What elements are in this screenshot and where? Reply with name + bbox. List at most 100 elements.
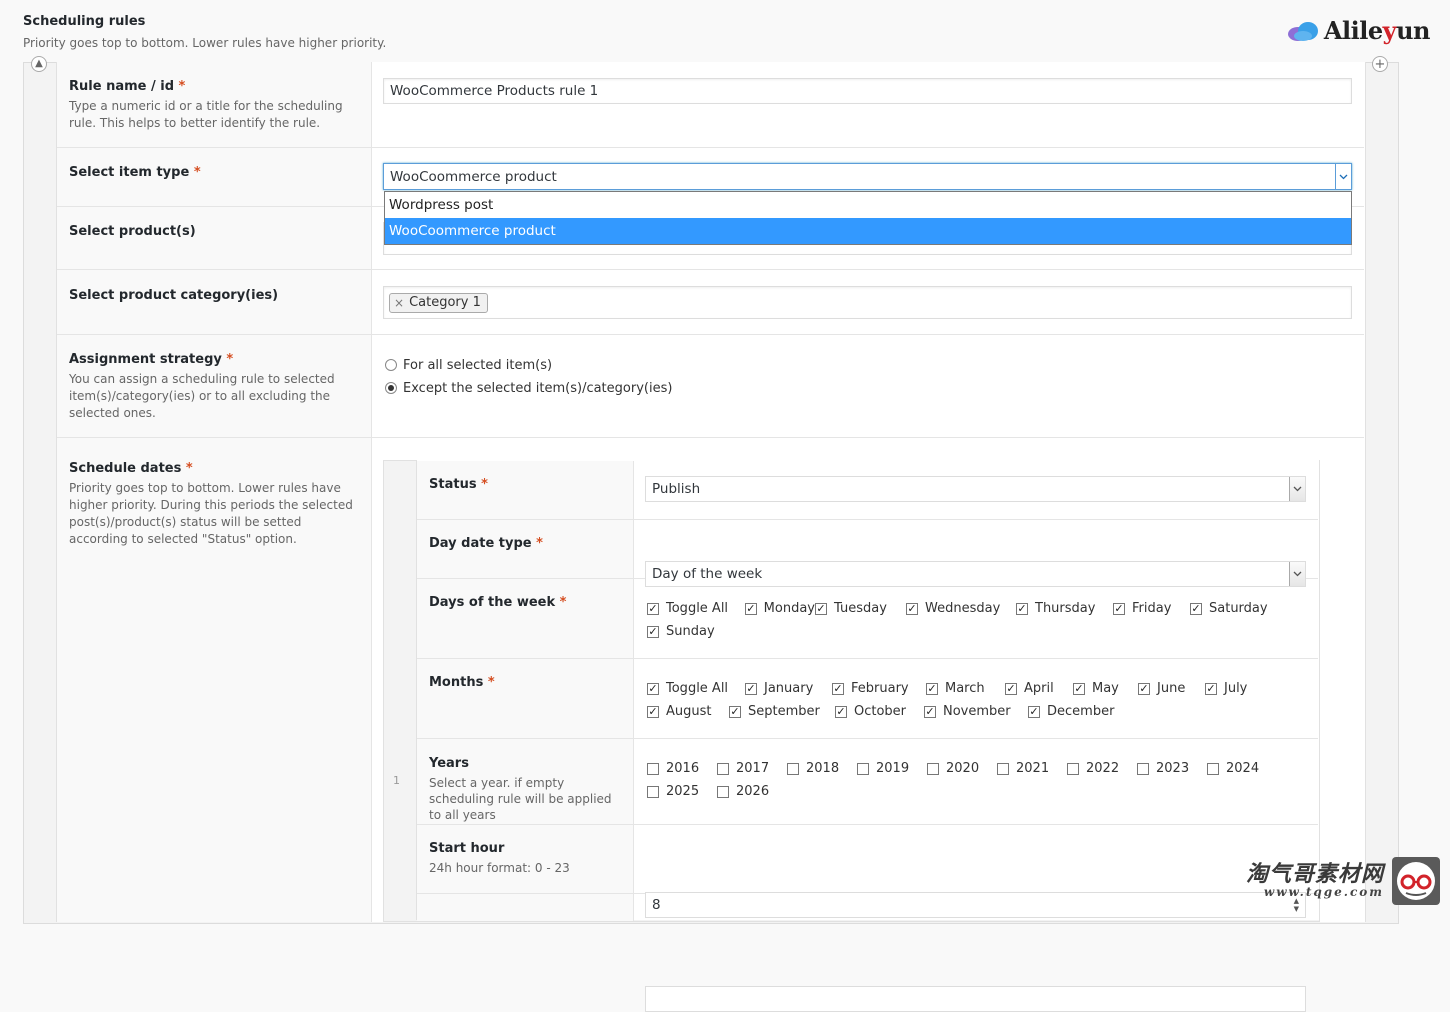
- start-hour-input[interactable]: 8 ▲ ▼: [645, 892, 1306, 918]
- checkbox-option[interactable]: ✓ October: [835, 703, 924, 720]
- checkbox-option[interactable]: ✓ April: [1005, 680, 1073, 697]
- checkbox-option[interactable]: 2026: [717, 783, 787, 800]
- checkbox-option[interactable]: ✓ Saturday: [1190, 600, 1270, 617]
- checkbox-checked[interactable]: ✓: [1190, 602, 1202, 615]
- days-of-week-label: Days of the week *: [429, 595, 567, 610]
- checkbox-option[interactable]: 2017: [717, 760, 787, 777]
- checkbox-checked[interactable]: ✓: [745, 602, 757, 615]
- checkbox-checked[interactable]: ✓: [1028, 705, 1040, 718]
- add-rule-icon[interactable]: +: [1372, 56, 1388, 72]
- checkbox-checked[interactable]: ✓: [1005, 682, 1017, 695]
- checkbox-checked[interactable]: ✓: [835, 705, 847, 718]
- checkbox-option[interactable]: 2025: [647, 783, 717, 800]
- checkbox-checked[interactable]: ✓: [832, 682, 844, 695]
- checkbox-option[interactable]: ✓ December: [1028, 703, 1123, 720]
- checkbox-checked[interactable]: ✓: [647, 682, 659, 695]
- checkbox-label: June: [1157, 681, 1186, 696]
- item-type-dropdown: Wordpress post WooCoommerce product: [384, 191, 1352, 245]
- checkbox-label: April: [1024, 681, 1054, 696]
- checkbox-checked[interactable]: ✓: [815, 602, 827, 615]
- checkbox-checked[interactable]: ✓: [1113, 602, 1125, 615]
- checkbox-option[interactable]: ✓ May: [1073, 680, 1138, 697]
- checkbox-label: October: [854, 704, 907, 719]
- checkbox[interactable]: [1137, 762, 1149, 775]
- checkbox-checked[interactable]: ✓: [647, 625, 659, 638]
- checkbox-option[interactable]: ✓ Thursday: [1016, 600, 1113, 617]
- checkbox-checked[interactable]: ✓: [906, 602, 918, 615]
- checkbox-option[interactable]: 2016: [647, 760, 717, 777]
- checkbox-option[interactable]: ✓ July: [1205, 680, 1275, 697]
- checkbox-option[interactable]: 2019: [857, 760, 927, 777]
- strategy-option-all[interactable]: For all selected item(s): [385, 355, 672, 375]
- move-up-icon[interactable]: ▲: [31, 56, 47, 72]
- checkbox-option[interactable]: ✓ November: [924, 703, 1028, 720]
- checkbox[interactable]: [717, 762, 729, 775]
- checkbox-option[interactable]: ✓ Wednesday: [906, 600, 1016, 617]
- strategy-option-except[interactable]: Except the selected item(s)/category(ies…: [385, 378, 672, 398]
- rule-name-input[interactable]: WooCommerce Products rule 1: [383, 78, 1352, 104]
- categories-select-input[interactable]: × Category 1: [383, 286, 1352, 319]
- radio-button-checked[interactable]: [385, 382, 397, 394]
- checkbox-checked[interactable]: ✓: [745, 682, 757, 695]
- checkbox-checked[interactable]: ✓: [1205, 682, 1217, 695]
- checkbox-option[interactable]: ✓ March: [926, 680, 1005, 697]
- checkbox-label: 2023: [1156, 761, 1190, 776]
- checkbox-option[interactable]: ✓ Friday: [1113, 600, 1190, 617]
- checkbox[interactable]: [787, 762, 799, 775]
- checkbox[interactable]: [647, 785, 659, 798]
- chevron-down-icon[interactable]: [1289, 477, 1305, 501]
- rule-name-description: Type a numeric id or a title for the sch…: [69, 99, 343, 130]
- checkbox-checked[interactable]: ✓: [924, 705, 936, 718]
- checkbox[interactable]: [927, 762, 939, 775]
- checkbox[interactable]: [647, 762, 659, 775]
- checkbox-option[interactable]: 2022: [1067, 760, 1137, 777]
- checkbox-option[interactable]: ✓ February: [832, 680, 926, 697]
- checkbox[interactable]: [857, 762, 869, 775]
- checkbox-checked[interactable]: ✓: [1016, 602, 1028, 615]
- checkbox-label: November: [943, 704, 1011, 719]
- checkbox-checked[interactable]: ✓: [1138, 682, 1150, 695]
- checkbox-option[interactable]: 2024: [1207, 760, 1277, 777]
- section-subtitle: Priority goes top to bottom. Lower rules…: [23, 36, 387, 50]
- checkbox-checked[interactable]: ✓: [926, 682, 938, 695]
- checkbox-option[interactable]: ✓ June: [1138, 680, 1205, 697]
- checkbox-option[interactable]: ✓ Toggle All: [647, 680, 745, 697]
- checkbox[interactable]: [997, 762, 1009, 775]
- checkbox-option[interactable]: ✓ September: [729, 703, 835, 720]
- checkbox-option[interactable]: 2018: [787, 760, 857, 777]
- checkbox-checked[interactable]: ✓: [1073, 682, 1085, 695]
- radio-button[interactable]: [385, 359, 397, 371]
- checkbox-label: March: [945, 681, 985, 696]
- checkbox-option[interactable]: 2021: [997, 760, 1067, 777]
- checkbox-checked[interactable]: ✓: [729, 705, 741, 718]
- item-type-option-selected[interactable]: WooCoommerce product: [385, 218, 1351, 244]
- row-divider: [57, 269, 1364, 270]
- checkbox-option[interactable]: ✓ Tuesday: [815, 600, 906, 617]
- status-select[interactable]: Publish: [645, 476, 1306, 502]
- checkbox-label: Friday: [1132, 601, 1172, 616]
- row-divider: [57, 147, 1364, 148]
- chevron-down-icon[interactable]: [1335, 164, 1351, 189]
- schedule-dates-description: Priority goes top to bottom. Lower rules…: [69, 481, 353, 546]
- checkbox-option[interactable]: ✓ Toggle All: [647, 600, 745, 617]
- checkbox-option[interactable]: 2023: [1137, 760, 1207, 777]
- checkbox[interactable]: [717, 785, 729, 798]
- years-group: 2016 2017 2018 2019 2020 2021 2022 2023 2024 2025…: [647, 760, 1307, 800]
- item-type-select[interactable]: WooCoommerce product: [383, 163, 1352, 190]
- start-hour-description: 24h hour format: 0 - 23: [429, 861, 570, 875]
- chevron-down-icon[interactable]: [1289, 562, 1305, 586]
- checkbox-checked[interactable]: ✓: [647, 602, 659, 615]
- day-date-type-select[interactable]: Day of the week: [645, 561, 1306, 587]
- item-type-option[interactable]: Wordpress post: [385, 192, 1351, 218]
- checkbox-option[interactable]: ✓ August: [647, 703, 729, 720]
- remove-token-icon[interactable]: ×: [394, 296, 404, 310]
- checkbox-option[interactable]: ✓ Sunday: [647, 623, 717, 640]
- products-label: Select product(s): [69, 224, 196, 239]
- end-hour-input[interactable]: [645, 986, 1306, 1012]
- checkbox-checked[interactable]: ✓: [647, 705, 659, 718]
- checkbox-option[interactable]: ✓ January: [745, 680, 832, 697]
- checkbox[interactable]: [1067, 762, 1079, 775]
- checkbox-option[interactable]: ✓ Monday: [745, 600, 815, 617]
- checkbox-option[interactable]: 2020: [927, 760, 997, 777]
- checkbox[interactable]: [1207, 762, 1219, 775]
